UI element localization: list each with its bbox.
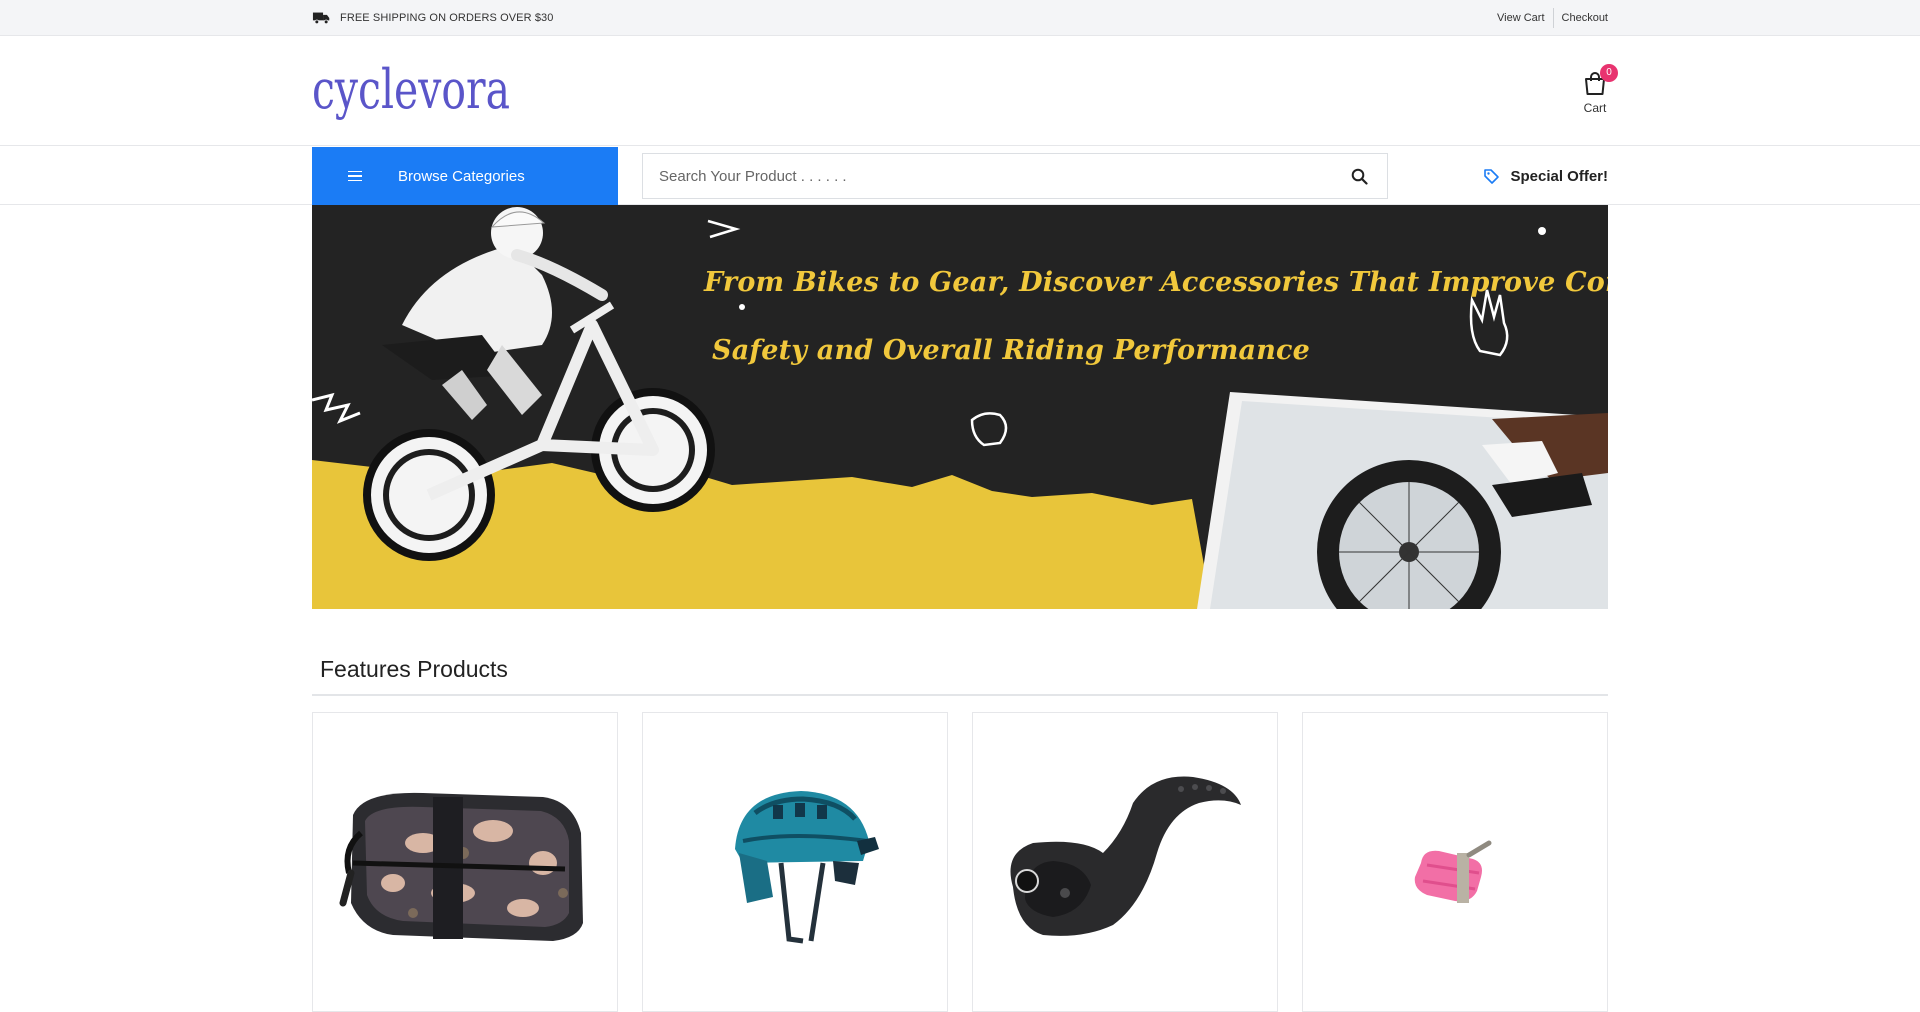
browse-categories-button[interactable]: Browse Categories — [312, 147, 618, 205]
product-card[interactable] — [972, 712, 1278, 1012]
truck-icon — [312, 12, 330, 25]
banner-artwork — [312, 207, 1608, 609]
shipping-notice: FREE SHIPPING ON ORDERS OVER $30 — [312, 11, 553, 25]
product-card[interactable] — [312, 712, 618, 1012]
search-icon — [1351, 168, 1368, 185]
pink-tube-image — [1414, 840, 1492, 903]
special-offer-label: Special Offer! — [1510, 167, 1608, 185]
view-cart-link[interactable]: View Cart — [1489, 8, 1552, 28]
cart-button[interactable]: 0 Cart — [1568, 64, 1622, 115]
menu-icon — [348, 170, 362, 182]
cart-count-badge: 0 — [1600, 64, 1618, 82]
shipping-text: FREE SHIPPING ON ORDERS OVER $30 — [340, 12, 554, 24]
site-logo[interactable]: cyclevora — [312, 56, 522, 126]
checkout-link[interactable]: Checkout — [1552, 8, 1608, 28]
tag-icon — [1484, 168, 1500, 184]
brake-lever-image — [1010, 776, 1241, 936]
hero-banner[interactable]: From Bikes to Gear, Discover Accessories… — [312, 205, 1608, 609]
search-input[interactable] — [643, 154, 1331, 198]
cart-label: Cart — [1583, 101, 1607, 115]
section-divider — [312, 694, 1608, 696]
special-offer-link[interactable]: Special Offer! — [1480, 147, 1608, 205]
banner-headline-line1: From Bikes to Gear, Discover Accessories… — [704, 267, 1608, 298]
search-bar — [642, 153, 1388, 199]
helmet-image — [735, 791, 879, 944]
search-button[interactable] — [1331, 154, 1387, 198]
features-title: Features Products — [320, 656, 508, 682]
svg-text:cyclevora: cyclevora — [312, 58, 510, 121]
site-header: cyclevora 0 Cart — [0, 36, 1920, 146]
saddle-bag-image — [339, 792, 583, 941]
product-card[interactable] — [1302, 712, 1608, 1012]
top-links: View Cart Checkout — [1489, 0, 1608, 36]
product-card[interactable] — [642, 712, 948, 1012]
nav-row: Browse Categories Special Offer! — [0, 147, 1920, 205]
banner-headline-line2: Safety and Overall Riding Performance — [712, 335, 1311, 366]
browse-categories-label: Browse Categories — [398, 167, 525, 185]
top-bar: FREE SHIPPING ON ORDERS OVER $30 View Ca… — [0, 0, 1920, 36]
